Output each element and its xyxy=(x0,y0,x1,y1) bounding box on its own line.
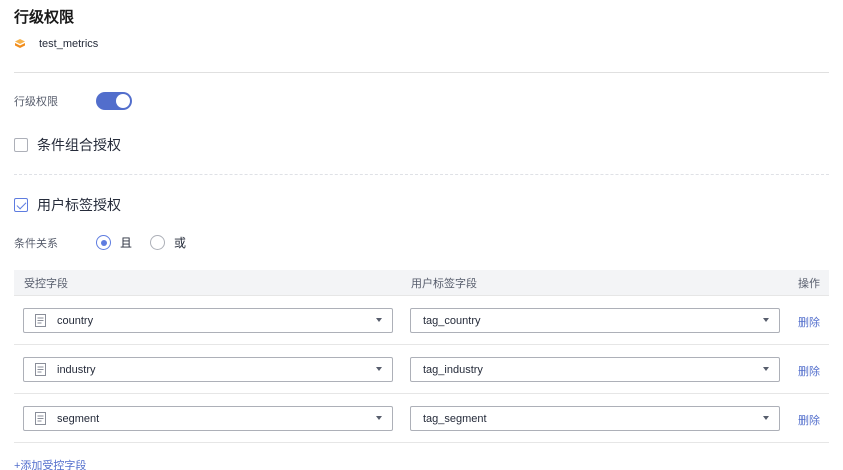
user-tag-field-select[interactable]: tag_industry xyxy=(410,357,780,382)
delete-row-link[interactable]: 删除 xyxy=(798,363,820,379)
condition-combo-checkbox[interactable] xyxy=(14,138,28,152)
dataset-icon xyxy=(14,38,26,50)
row-permission-toggle[interactable] xyxy=(96,92,132,110)
delete-row-link[interactable]: 删除 xyxy=(798,314,820,330)
radio-and-label: 且 xyxy=(120,236,133,250)
chevron-down-icon xyxy=(376,367,382,371)
radio-and-circle[interactable] xyxy=(96,235,111,250)
condition-combo-option[interactable]: 条件组合授权 xyxy=(14,135,121,155)
chevron-down-icon xyxy=(763,367,769,371)
field-mapping-table: 受控字段 用户标签字段 操作 country tag_country 删除 in… xyxy=(14,270,829,443)
chevron-down-icon xyxy=(376,318,382,322)
radio-or[interactable]: 或 xyxy=(150,234,186,251)
table-row: industry tag_industry 删除 xyxy=(14,345,829,394)
user-tag-field-value: tag_industry xyxy=(423,363,483,376)
delete-row-link[interactable]: 删除 xyxy=(798,412,820,428)
relation-label: 条件关系 xyxy=(14,237,58,250)
user-tag-field-select[interactable]: tag_segment xyxy=(410,406,780,431)
user-tag-field-select[interactable]: tag_country xyxy=(410,308,780,333)
user-tag-label: 用户标签授权 xyxy=(37,197,121,213)
table-row: segment tag_segment 删除 xyxy=(14,394,829,443)
chevron-down-icon xyxy=(376,416,382,420)
condition-relation: 条件关系 且 或 xyxy=(14,234,204,251)
field-document-icon xyxy=(35,363,46,376)
user-tag-option[interactable]: 用户标签授权 xyxy=(14,195,121,215)
add-controlled-field-link[interactable]: +添加受控字段 xyxy=(14,457,86,470)
field-document-icon xyxy=(35,314,46,327)
controlled-field-value: segment xyxy=(57,412,100,425)
toggle-knob xyxy=(116,94,130,108)
controlled-field-value: industry xyxy=(57,363,96,376)
user-tag-checkbox[interactable] xyxy=(14,198,28,212)
row-permission-label: 行级权限 xyxy=(14,96,58,108)
divider xyxy=(14,72,829,73)
table-row: country tag_country 删除 xyxy=(14,296,829,345)
header-user-tag-field: 用户标签字段 xyxy=(411,277,477,290)
page-title: 行级权限 xyxy=(14,9,75,26)
user-tag-field-value: tag_country xyxy=(423,314,481,327)
field-document-icon xyxy=(35,412,46,425)
chevron-down-icon xyxy=(763,318,769,322)
controlled-field-value: country xyxy=(57,314,94,327)
table-header: 受控字段 用户标签字段 操作 xyxy=(14,270,829,296)
row-permission-setting: 行级权限 xyxy=(14,92,132,110)
chevron-down-icon xyxy=(763,416,769,420)
dataset-label: test_metrics xyxy=(14,38,98,50)
header-action: 操作 xyxy=(798,277,820,290)
user-tag-field-value: tag_segment xyxy=(423,412,487,425)
radio-and[interactable]: 且 xyxy=(96,234,132,251)
controlled-field-select[interactable]: country xyxy=(23,308,393,333)
dataset-name: test_metrics xyxy=(39,38,99,50)
controlled-field-select[interactable]: industry xyxy=(23,357,393,382)
radio-or-label: 或 xyxy=(174,236,187,250)
radio-or-circle[interactable] xyxy=(150,235,166,250)
controlled-field-select[interactable]: segment xyxy=(23,406,393,431)
condition-combo-label: 条件组合授权 xyxy=(37,137,121,153)
header-controlled-field: 受控字段 xyxy=(24,277,68,290)
dashed-divider xyxy=(14,174,829,175)
